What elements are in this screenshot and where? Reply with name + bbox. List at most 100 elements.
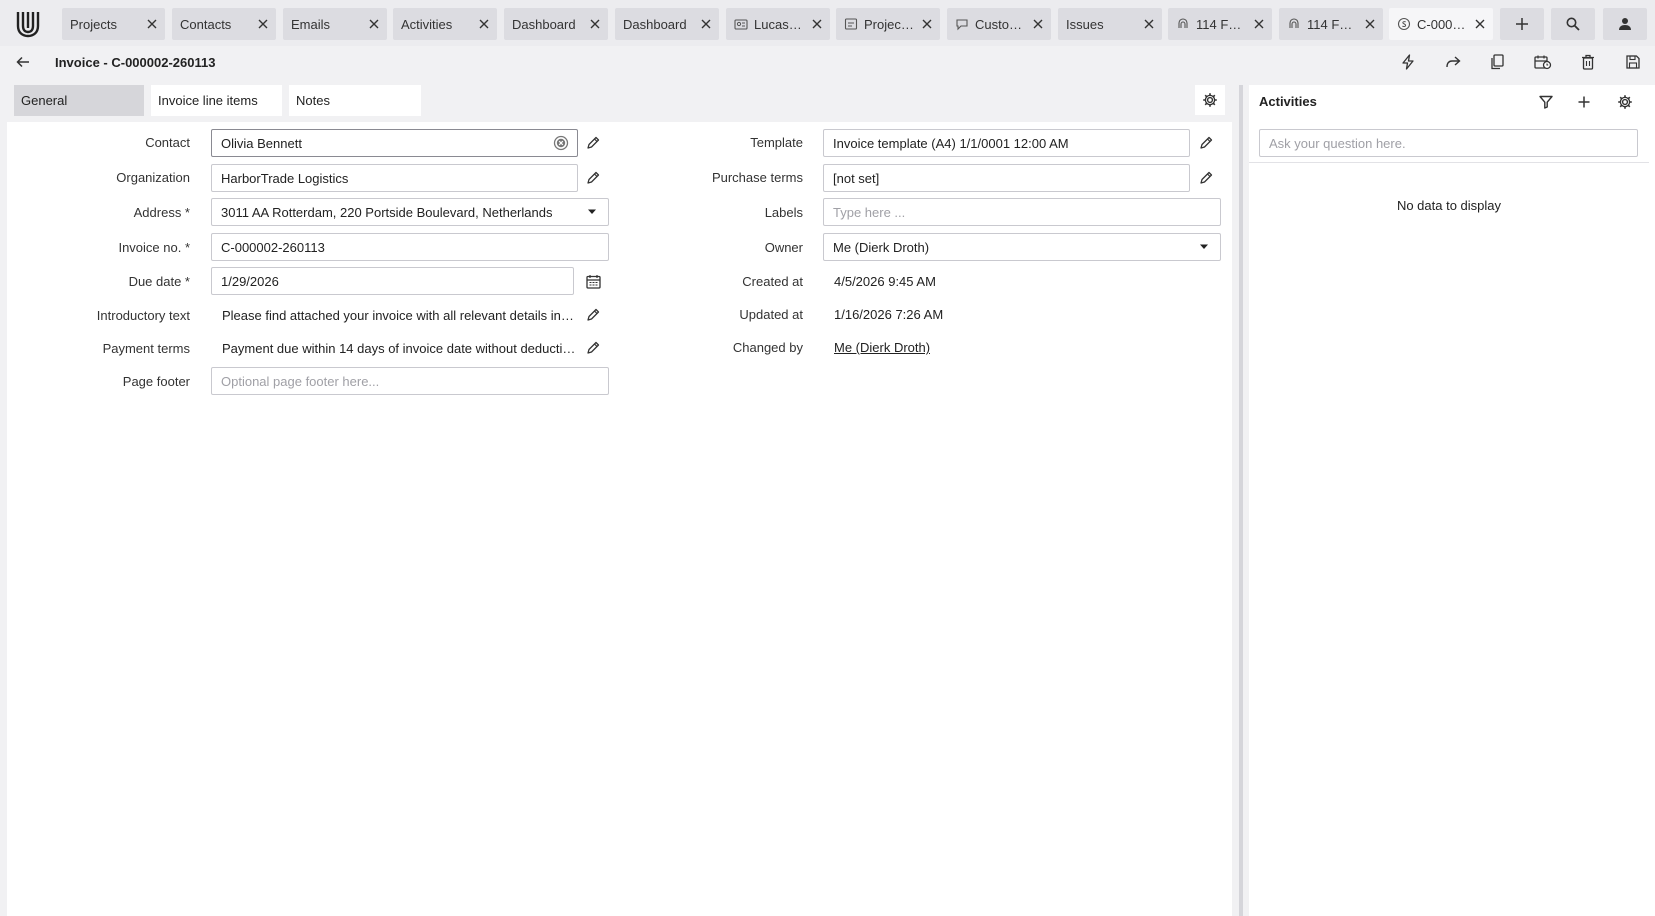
delete-button[interactable]	[1575, 50, 1601, 74]
filter-button[interactable]	[1535, 91, 1557, 113]
close-icon[interactable]	[1031, 17, 1045, 31]
payment-terms-label: Payment terms	[102, 341, 190, 356]
user-button[interactable]	[1603, 8, 1647, 40]
purchase-terms-field[interactable]: [not set]	[823, 164, 1190, 192]
user-icon	[1619, 18, 1631, 30]
address-label: Address *	[133, 205, 190, 220]
edit-payment-terms-icon[interactable]	[585, 340, 601, 356]
edit-organization-icon[interactable]	[585, 170, 601, 186]
share-forward-icon	[1446, 56, 1461, 68]
purchase-terms-label: Purchase terms	[711, 170, 803, 185]
tab-label: Custome...	[975, 16, 1025, 32]
trash-icon	[1582, 54, 1594, 70]
due-date-field[interactable]: 1/29/2026	[211, 267, 574, 295]
project-icon	[844, 17, 858, 31]
schedule-button[interactable]	[1530, 50, 1556, 74]
close-icon[interactable]	[810, 17, 824, 31]
panel-splitter[interactable]	[1239, 85, 1243, 916]
due-date-label: Due date *	[128, 274, 190, 289]
close-icon[interactable]	[699, 17, 713, 31]
divider	[1249, 162, 1649, 163]
tab-label: Emails	[291, 16, 331, 32]
tab-invoice-line-items[interactable]: Invoice line items	[151, 85, 282, 116]
tab-general[interactable]: General	[14, 85, 144, 116]
labels-input[interactable]: Type here ...	[823, 198, 1221, 226]
tab-project[interactable]: Project ...	[836, 8, 940, 40]
close-icon[interactable]	[256, 17, 270, 31]
address-dropdown[interactable]: 3011 AA Rotterdam, 220 Portside Boulevar…	[211, 198, 609, 226]
copy-icon	[1491, 54, 1504, 70]
close-icon[interactable]	[477, 17, 491, 31]
tab-invoice[interactable]: C-00000...	[1389, 8, 1493, 40]
tab-activities[interactable]: Activities	[393, 8, 497, 40]
due-date-value: 1/29/2026	[221, 273, 279, 289]
close-icon[interactable]	[588, 17, 602, 31]
tab-label: Notes	[296, 93, 330, 108]
forward-button[interactable]	[1440, 50, 1466, 74]
invoice-no-label: Invoice no. *	[118, 240, 190, 255]
owner-value: Me (Dierk Droth)	[833, 239, 930, 255]
edit-template-icon[interactable]	[1198, 135, 1214, 151]
close-icon[interactable]	[1363, 17, 1377, 31]
page-footer-label: Page footer	[122, 374, 190, 389]
updated-at-label: Updated at	[739, 307, 803, 322]
tab-label: C-00000...	[1417, 16, 1467, 32]
close-icon[interactable]	[920, 17, 934, 31]
template-field[interactable]: Invoice template (A4) 1/1/0001 12:00 AM	[823, 129, 1190, 157]
tab-dashboard-2[interactable]: Dashboard	[615, 8, 719, 40]
close-icon[interactable]	[367, 17, 381, 31]
edit-purchase-terms-icon[interactable]	[1198, 170, 1214, 186]
save-button[interactable]	[1620, 50, 1646, 74]
tab-label: Activities	[401, 16, 453, 32]
chat-bubble-icon	[955, 17, 969, 31]
search-icon	[1566, 17, 1580, 31]
tab-projects[interactable]: Projects	[62, 8, 165, 40]
add-activity-button[interactable]	[1573, 91, 1595, 113]
app-logo-icon[interactable]	[12, 8, 44, 40]
activities-settings-button[interactable]	[1614, 91, 1636, 113]
chevron-down-icon	[587, 209, 597, 215]
back-button[interactable]	[12, 52, 34, 72]
tab-feature-2[interactable]: 114 Feat...	[1279, 8, 1383, 40]
search-button[interactable]	[1551, 8, 1595, 40]
organization-field[interactable]: HarborTrade Logistics	[211, 164, 578, 192]
contact-field[interactable]: Olivia Bennett	[211, 129, 578, 157]
organization-value: HarborTrade Logistics	[221, 170, 349, 186]
template-value: Invoice template (A4) 1/1/0001 12:00 AM	[833, 135, 1069, 151]
calendar-icon[interactable]	[585, 273, 601, 289]
owner-dropdown[interactable]: Me (Dierk Droth)	[823, 233, 1221, 261]
close-icon[interactable]	[1473, 17, 1487, 31]
invoice-no-field[interactable]: C-000002-260113	[211, 233, 609, 261]
tab-emails[interactable]: Emails	[283, 8, 387, 40]
close-icon[interactable]	[1142, 17, 1156, 31]
tab-dashboard[interactable]: Dashboard	[504, 8, 608, 40]
intro-text-value: Please find attached your invoice with a…	[222, 308, 578, 323]
tab-contacts[interactable]: Contacts	[172, 8, 276, 40]
tab-label: General	[21, 93, 68, 108]
close-icon[interactable]	[145, 17, 159, 31]
form-settings-button[interactable]	[1195, 85, 1225, 115]
save-icon	[1626, 55, 1640, 69]
activities-search-placeholder: Ask your question here.	[1269, 135, 1406, 151]
clear-icon[interactable]	[553, 135, 569, 151]
changed-by-link[interactable]: Me (Dierk Droth)	[834, 340, 930, 355]
tab-customer[interactable]: Custome...	[947, 8, 1051, 40]
tab-label: Invoice line items	[158, 93, 258, 108]
close-icon[interactable]	[1252, 17, 1266, 31]
tab-lucas[interactable]: Lucas E...	[726, 8, 830, 40]
contact-card-icon	[734, 17, 748, 31]
tab-notes[interactable]: Notes	[289, 85, 421, 116]
activities-search-input[interactable]: Ask your question here.	[1259, 129, 1638, 157]
tab-feature-1[interactable]: 114 Feat...	[1168, 8, 1272, 40]
edit-contact-icon[interactable]	[585, 135, 601, 151]
page-footer-input[interactable]: Optional page footer here...	[211, 367, 609, 395]
labels-placeholder: Type here ...	[833, 204, 906, 220]
address-value: 3011 AA Rotterdam, 220 Portside Boulevar…	[221, 204, 553, 220]
edit-intro-text-icon[interactable]	[585, 307, 601, 323]
add-tab-button[interactable]	[1500, 8, 1544, 40]
copy-button[interactable]	[1484, 50, 1510, 74]
quick-action-button[interactable]	[1395, 50, 1421, 74]
filter-icon	[1539, 95, 1553, 109]
organization-label: Organization	[116, 170, 190, 185]
tab-issues[interactable]: Issues	[1058, 8, 1162, 40]
